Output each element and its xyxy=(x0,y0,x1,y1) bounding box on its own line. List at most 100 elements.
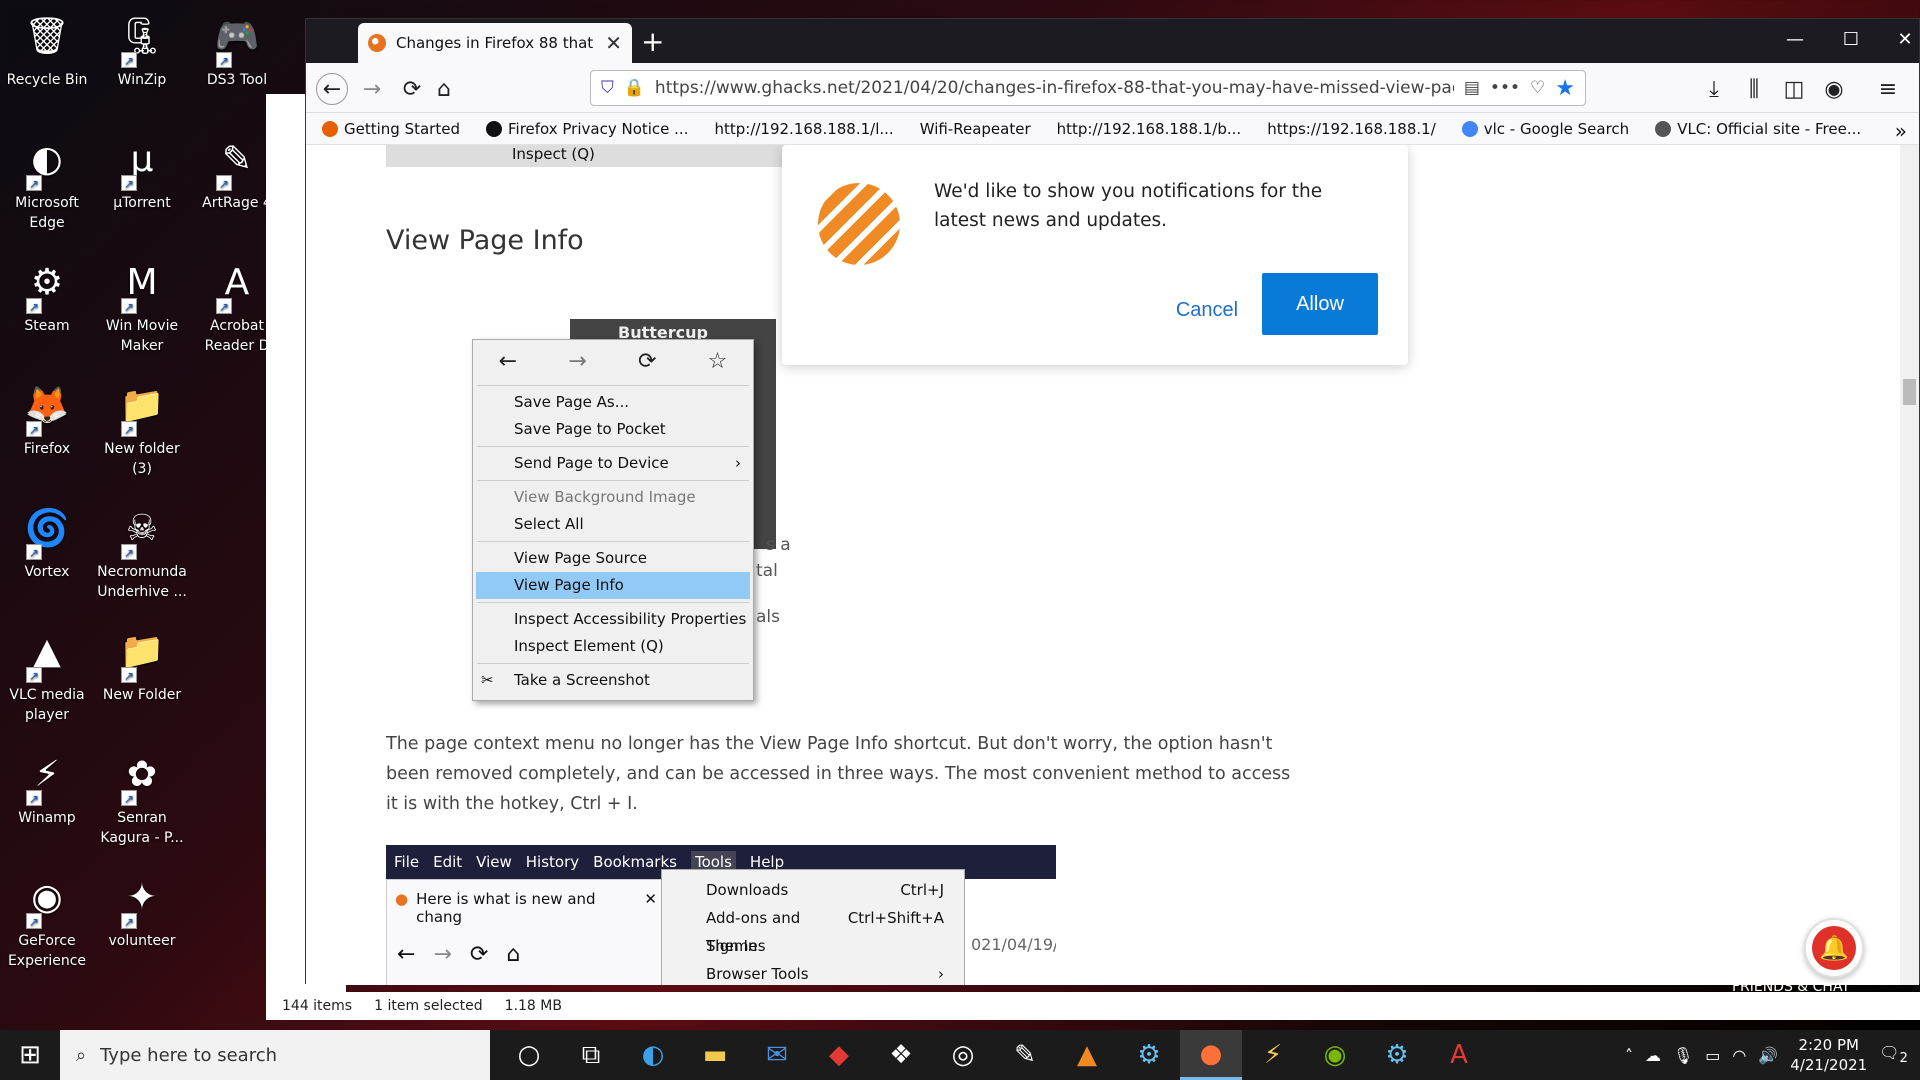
explorer-status-bar: 144 items 1 item selected 1.18 MB xyxy=(266,992,1920,1020)
artrage-icon: ✎ ↗ xyxy=(208,131,266,191)
taskbar-search[interactable]: ⌕ Type here to search xyxy=(60,1030,490,1080)
acrobat-taskbar-icon[interactable]: A xyxy=(1428,1030,1490,1080)
bookmark-item[interactable]: http://192.168.188.1/b... xyxy=(1057,120,1242,138)
desktop-icon[interactable]: ☠ ↗ Necromunda Underhive ... xyxy=(95,500,189,602)
desktop-icon[interactable]: 🌀 ↗ Vortex xyxy=(0,500,94,582)
menu-inspect-element[interactable]: Inspect Element (Q) xyxy=(473,633,753,660)
tab-active[interactable]: Changes in Firefox 88 that you ✕ xyxy=(358,23,632,63)
url-text[interactable]: https://www.ghacks.net/2021/04/20/change… xyxy=(655,78,1454,98)
desktop-icon[interactable]: ⚙ ↗ Steam xyxy=(0,254,94,336)
desktop-icon[interactable]: ◉ ↗ GeForce Experience xyxy=(0,869,94,971)
reload-button[interactable]: ⟳ xyxy=(396,73,428,105)
steam-icon: ⚙ ↗ xyxy=(18,254,76,314)
dropbox-icon[interactable]: ❖ xyxy=(870,1030,932,1080)
paint-icon[interactable]: ✎ xyxy=(994,1030,1056,1080)
forward-icon[interactable]: → xyxy=(568,349,586,374)
close-tab-icon[interactable]: ✕ xyxy=(605,31,622,55)
menu-screenshot[interactable]: ✂ Take a Screenshot xyxy=(473,667,753,694)
menu-view-page-info[interactable]: View Page Info xyxy=(476,572,750,599)
maximize-button[interactable]: ☐ xyxy=(1831,29,1871,50)
library-icon[interactable]: ⫼ xyxy=(1738,73,1770,105)
notification-center-icon[interactable]: 🗨2 xyxy=(1879,1043,1908,1066)
page-actions-icon[interactable]: ••• xyxy=(1490,78,1520,98)
microphone-icon[interactable]: 🎙 xyxy=(1673,1046,1693,1065)
menu-send-page[interactable]: Send Page to Device › xyxy=(473,450,753,477)
app-circle-icon[interactable]: ◎ xyxy=(932,1030,994,1080)
desktop-icon[interactable]: M ↗ Win Movie Maker xyxy=(95,254,189,356)
winamp-taskbar-icon[interactable]: ⚡ xyxy=(1242,1030,1304,1080)
scrollbar[interactable] xyxy=(1900,145,1919,985)
bookmark-star-icon[interactable]: ★ xyxy=(1555,76,1575,101)
desktop-icon[interactable]: 📁 ↗ New Folder xyxy=(95,623,189,705)
reload-icon[interactable]: ⟳ xyxy=(638,349,656,374)
tab-title: Changes in Firefox 88 that you xyxy=(396,34,595,52)
file-explorer-icon[interactable]: ▬ xyxy=(684,1030,746,1080)
desktop-icon[interactable]: ✿ ↗ Senran Kagura - P... xyxy=(95,746,189,848)
downloads-icon[interactable]: ⤓ xyxy=(1698,73,1730,105)
bookmarks-overflow-icon[interactable]: » xyxy=(1895,119,1907,143)
menu-save-pocket[interactable]: Save Page to Pocket xyxy=(473,416,753,443)
steam-taskbar-icon[interactable]: ⚙ xyxy=(1118,1030,1180,1080)
close-window-button[interactable]: ✕ xyxy=(1885,29,1920,50)
desktop-icon[interactable]: 🦊 ↗ Firefox xyxy=(0,377,94,459)
mail-icon[interactable]: ✉ xyxy=(746,1030,808,1080)
nvidia-taskbar-icon[interactable]: ◉ xyxy=(1304,1030,1366,1080)
app-red-icon[interactable]: ◆ xyxy=(808,1030,870,1080)
desktop-icon-label: GeForce Experience xyxy=(7,933,87,969)
bookmark-item[interactable]: http://192.168.188.1/l... xyxy=(714,120,893,138)
start-button[interactable]: ⊞ xyxy=(0,1030,60,1080)
desktop-icon[interactable]: µ ↗ µTorrent xyxy=(95,131,189,213)
notification-bell-button[interactable]: 🔔 xyxy=(1804,918,1864,978)
bookmark-item[interactable]: vlc - Google Search xyxy=(1461,120,1629,138)
allow-button[interactable]: Allow xyxy=(1262,273,1378,335)
desktop-icon[interactable]: 🎮 ↗ DS3 Tool xyxy=(190,8,284,90)
bookmark-item[interactable]: VLC: Official site - Free... xyxy=(1655,120,1861,138)
edge-taskbar-icon[interactable]: ◐ xyxy=(622,1030,684,1080)
cortana-icon[interactable]: ○ xyxy=(498,1030,560,1080)
cancel-button[interactable]: Cancel xyxy=(1152,279,1262,341)
menu-view-background[interactable]: View Background Image xyxy=(473,484,753,511)
desktop-icon[interactable]: 🗑 Recycle Bin xyxy=(0,8,94,90)
bookmark-item[interactable]: Getting Started xyxy=(322,120,460,138)
bookmark-item[interactable]: https://192.168.188.1/ xyxy=(1267,120,1436,138)
desktop-icon[interactable]: ▲ ↗ VLC media player xyxy=(0,623,94,725)
sidebar-icon[interactable]: ◫ xyxy=(1778,73,1810,105)
desktop-icon[interactable]: 🗜 ↗ WinZip xyxy=(95,8,189,90)
wifi-icon[interactable]: ◠ xyxy=(1732,1046,1746,1065)
onedrive-icon[interactable]: ☁ xyxy=(1645,1046,1661,1065)
vlc-taskbar-icon[interactable]: ▲ xyxy=(1056,1030,1118,1080)
clock[interactable]: 2:20 PM 4/21/2021 xyxy=(1790,1035,1867,1075)
lock-icon[interactable]: 🔒 xyxy=(624,78,645,98)
menu-save-page-as[interactable]: Save Page As... xyxy=(473,389,753,416)
bookmark-item[interactable]: Firefox Privacy Notice ... xyxy=(485,120,688,138)
forward-button[interactable]: → xyxy=(356,73,388,105)
desktop-icon[interactable]: ✦ ↗ volunteer xyxy=(95,869,189,951)
back-button[interactable]: ← xyxy=(316,73,348,105)
url-bar[interactable]: ⛉ 🔒 https://www.ghacks.net/2021/04/20/ch… xyxy=(590,70,1586,106)
bookmark-icon[interactable]: ☆ xyxy=(708,349,728,374)
desktop-icon[interactable]: ⚡ ↗ Winamp xyxy=(0,746,94,828)
chevron-up-icon[interactable]: ˄ xyxy=(1625,1046,1633,1065)
menu-view-source[interactable]: View Page Source xyxy=(473,545,753,572)
back-icon[interactable]: ← xyxy=(499,349,517,374)
shield-icon[interactable]: ⛉ xyxy=(601,78,614,98)
vortex-icon: 🌀 ↗ xyxy=(24,508,70,560)
steam-taskbar-icon-2[interactable]: ⚙ xyxy=(1366,1030,1428,1080)
task-view-icon[interactable]: ⧉ xyxy=(560,1030,622,1080)
menu-icon[interactable]: ≡ xyxy=(1872,73,1904,105)
desktop-icon[interactable]: 📁 ↗ New folder (3) xyxy=(95,377,189,479)
pocket-icon[interactable]: ♡ xyxy=(1530,78,1545,98)
bookmark-item[interactable]: Wifi-Reapeater xyxy=(920,120,1031,138)
firefox-taskbar-icon[interactable]: ● xyxy=(1180,1030,1242,1080)
desktop-icon[interactable]: ◐ ↗ Microsoft Edge xyxy=(0,131,94,233)
new-tab-button[interactable]: + xyxy=(641,25,664,58)
menu-select-all[interactable]: Select All xyxy=(473,511,753,538)
home-button[interactable]: ⌂ xyxy=(428,73,460,105)
battery-icon[interactable]: ▭ xyxy=(1705,1046,1720,1065)
scrollbar-thumb[interactable] xyxy=(1903,379,1916,405)
account-icon[interactable]: ◉ xyxy=(1818,73,1850,105)
menu-inspect-accessibility[interactable]: Inspect Accessibility Properties xyxy=(473,606,753,633)
reader-view-icon[interactable]: ▤ xyxy=(1464,78,1480,98)
volume-icon[interactable]: 🔊 xyxy=(1758,1046,1778,1065)
minimize-button[interactable]: — xyxy=(1775,29,1815,50)
